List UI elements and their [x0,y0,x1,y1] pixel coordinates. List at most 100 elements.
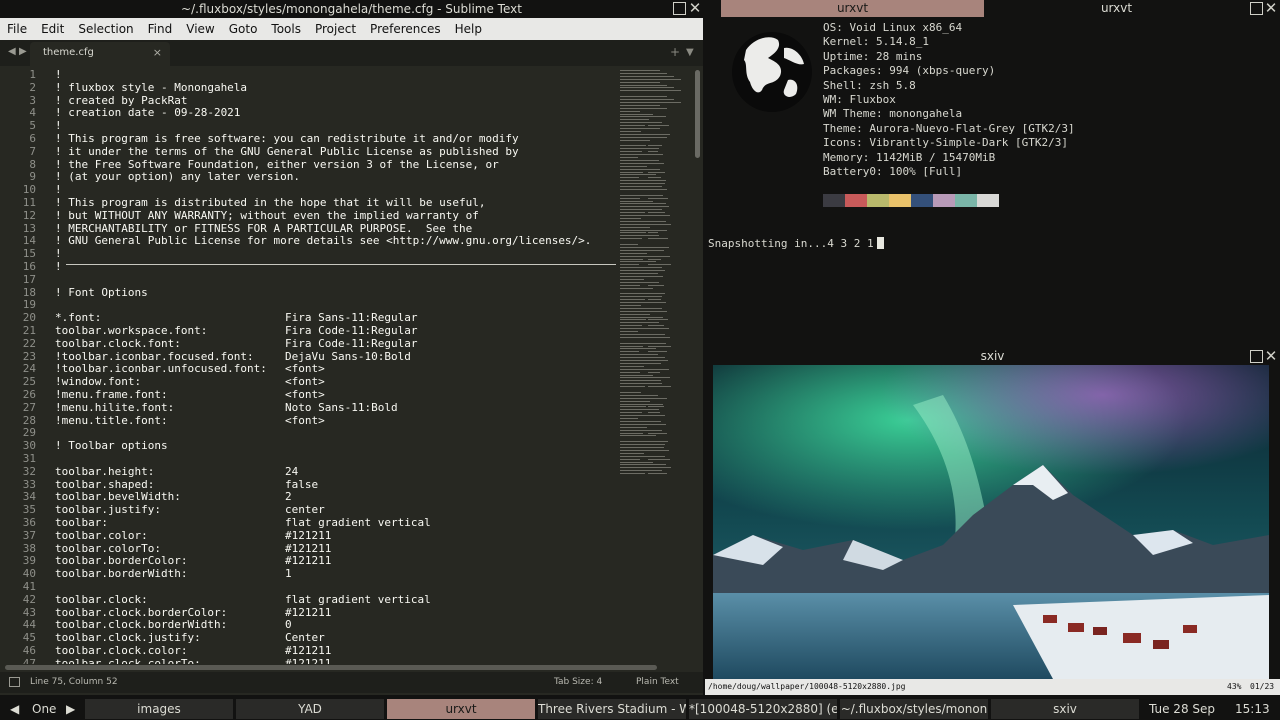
menu-bar: File Edit Selection Find View Goto Tools… [0,18,703,40]
minimap-line [648,403,659,405]
taskbar-item[interactable]: Three Rivers Stadium - Wi [538,699,686,719]
minimap-line [648,302,666,303]
minimap-line [648,212,665,214]
line-number: 20 [22,311,36,325]
menu-selection[interactable]: Selection [71,22,140,36]
minimap-line [620,386,645,388]
minimap-line [648,368,669,370]
taskbar-item[interactable]: sxiv [991,699,1139,719]
minimap-line [648,275,663,277]
minimap-line [648,249,660,251]
line-number: 42 [22,592,36,606]
workspace-name[interactable]: One [32,699,56,719]
vertical-scrollbar[interactable] [695,70,700,158]
line-number: 3 [29,93,36,107]
taskbar-item[interactable]: images [85,699,233,719]
tab-label: theme.cfg [43,47,94,58]
line-number: 40 [22,567,36,581]
terminal-tab[interactable]: urxvt [984,0,1249,17]
menu-goto[interactable]: Goto [222,22,265,36]
terminal-cursor [876,237,884,249]
menu-tools[interactable]: Tools [264,22,308,36]
taskbar-item[interactable]: *[100048-5120x2880] (exp [689,699,837,719]
minimap-line [648,238,668,240]
code-value: #121211 [285,554,332,568]
line-number: 31 [22,452,36,465]
fluxbox-toolbar: ◀ One ▶ images YAD urxvt Three Rivers St… [0,697,1280,720]
tab-close-icon[interactable]: × [153,46,162,59]
minimap-line [620,110,640,112]
minimap-line [620,165,647,167]
code-editor[interactable]: 1! 2 ! fluxbox style - Monongahela 3 ! creat… [0,66,616,664]
taskbar-item-active[interactable]: urxvt [387,699,535,719]
menu-project[interactable]: Project [308,22,363,36]
minimap-line [620,226,650,228]
menu-help[interactable]: Help [448,22,489,36]
menu-find[interactable]: Find [141,22,180,36]
maximize-icon[interactable] [1250,350,1263,363]
close-icon[interactable]: ✕ [1263,0,1279,16]
palette-swatch [911,194,933,207]
minimap-line [620,104,660,106]
minimap-line [620,157,638,158]
window-title: ~/.fluxbox/styles/monongahela/theme.cfg … [0,0,703,18]
minimap-line [620,406,646,408]
terminal-tab[interactable]: urxvt [721,0,984,17]
code-line: ! [55,183,62,197]
nav-forward-icon[interactable]: ▶ [19,46,27,57]
minimap[interactable] [618,66,692,664]
minimap-line [620,183,665,185]
line-number: 5 [29,119,36,133]
minimap-line [620,360,648,361]
close-icon[interactable]: ✕ [1263,348,1279,364]
sysinfo-line: Theme: Aurora-Nuevo-Flat-Grey [GTK2/3] [823,121,1075,135]
minimap-line [648,377,670,379]
minimap-line [620,125,645,127]
minimap-line [620,348,656,350]
minimap-line [620,116,666,118]
horizontal-scrollbar[interactable] [5,665,657,670]
syntax-mode[interactable]: Plain Text [636,677,679,687]
line-number: 23 [22,349,36,363]
minimap-line [648,151,658,153]
menu-view[interactable]: View [179,22,221,36]
maximize-icon[interactable] [1250,2,1263,15]
taskbar-item[interactable]: YAD [236,699,384,719]
sublime-window: ~/.fluxbox/styles/monongahela/theme.cfg … [0,0,703,695]
minimap-line [620,357,665,359]
maximize-icon[interactable] [673,2,686,15]
code-value: false [285,477,319,491]
prev-workspace-icon[interactable]: ◀ [10,699,19,719]
minimap-line [620,278,644,280]
tab-theme-cfg[interactable]: theme.cfg × [30,42,170,66]
palette-swatch [867,194,889,207]
code-line: !menu.frame.font: [55,388,168,401]
code-line: toolbar.clock.borderWidth: [55,618,228,632]
line-number: 46 [22,644,36,657]
close-icon[interactable]: ✕ [687,0,703,16]
line-number: 4 [29,106,36,120]
menu-preferences[interactable]: Preferences [363,22,448,36]
minimap-line [648,432,667,434]
minimap-line [648,328,669,330]
nav-back-icon[interactable]: ◀ [8,46,16,57]
new-tab-icon[interactable]: + [670,45,680,59]
palette-swatch [889,194,911,207]
panel-toggle-icon[interactable] [9,677,20,687]
menu-file[interactable]: File [0,22,34,36]
next-workspace-icon[interactable]: ▶ [66,699,75,719]
code-line: toolbar.colorTo: [55,541,161,555]
tab-menu-chevron-down-icon[interactable]: ▼ [686,47,694,58]
minimap-line [620,426,647,428]
line-number: 41 [22,580,36,593]
minimap-line [648,136,661,138]
code-line: ! (at your option) any later version. [55,170,301,184]
minimap-line [620,113,653,115]
tab-size[interactable]: Tab Size: 4 [554,677,602,687]
minimap-line [620,96,667,98]
menu-edit[interactable]: Edit [34,22,71,36]
code-line: !window.font: [55,375,142,389]
minimap-line [620,447,648,448]
taskbar-item[interactable]: ~/.fluxbox/styles/monon [840,699,988,719]
code-value: <font> [285,375,325,389]
